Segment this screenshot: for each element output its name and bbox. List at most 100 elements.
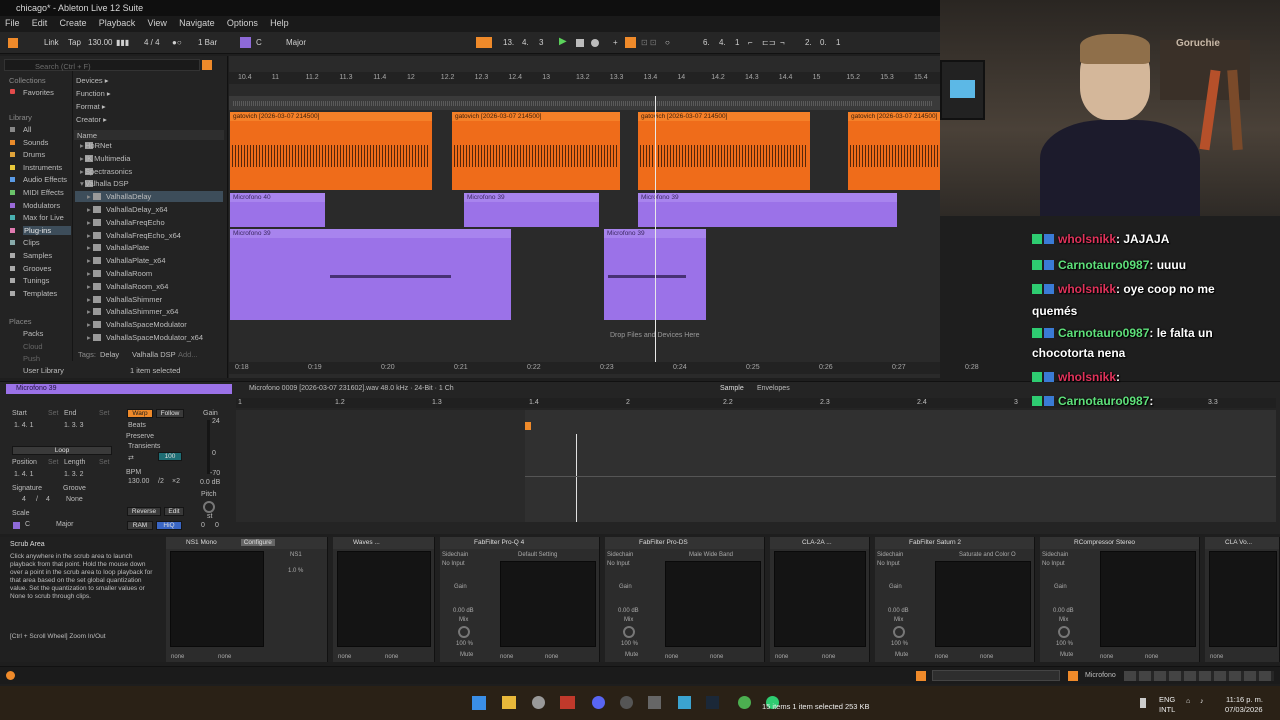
- filter-devices[interactable]: Devices ▸: [76, 76, 109, 85]
- follow-button[interactable]: Follow: [156, 409, 184, 418]
- status-buttons[interactable]: [1124, 671, 1274, 681]
- library-item-samples[interactable]: Samples: [23, 251, 52, 260]
- expand-chevron-icon[interactable]: ▸: [80, 141, 84, 150]
- file-row[interactable]: ▸ ValhallaSpaceModulator_x64: [75, 332, 223, 343]
- scale-select[interactable]: Major: [286, 38, 306, 47]
- volume-icon[interactable]: ♪: [1200, 698, 1204, 705]
- key-select[interactable]: C: [256, 38, 262, 47]
- gain-value[interactable]: 0.00 dB: [618, 608, 639, 614]
- expand-chevron-icon[interactable]: ▸: [87, 256, 91, 265]
- arrangement-position-icon[interactable]: [476, 37, 492, 48]
- library-item-templates[interactable]: Templates: [23, 289, 57, 298]
- pitch-knob[interactable]: [203, 501, 215, 513]
- library-item-tunings[interactable]: Tunings: [23, 276, 49, 285]
- clock-time[interactable]: 11:16 p. m.: [1226, 695, 1263, 704]
- library-item-max-for-live[interactable]: Max for Live: [23, 213, 64, 222]
- clip-gatovich-4[interactable]: gatovich [2026-03-07 214500]: [848, 112, 940, 190]
- sidechain-input-select[interactable]: No Input: [1042, 561, 1065, 567]
- configure-button[interactable]: Configure: [240, 539, 275, 546]
- scale-mode-icon[interactable]: [240, 37, 251, 48]
- gain-slider[interactable]: [207, 420, 210, 474]
- position-beat[interactable]: 4.: [522, 38, 529, 47]
- expand-chevron-icon[interactable]: ▸: [87, 243, 91, 252]
- hiq-button[interactable]: HiQ: [156, 521, 182, 530]
- macro-none-1[interactable]: none: [665, 654, 678, 660]
- library-item-clips[interactable]: Clips: [23, 238, 40, 247]
- library-item-all[interactable]: All: [23, 125, 31, 134]
- mix-value[interactable]: 100 %: [621, 641, 638, 647]
- signature-denominator[interactable]: 4: [46, 496, 50, 503]
- device-cla2a[interactable]: CLA-2A ... none none: [770, 537, 870, 662]
- position-sixteenth[interactable]: 3: [539, 38, 543, 47]
- position-bar[interactable]: 13.: [503, 38, 514, 47]
- overdub-icon[interactable]: +: [613, 38, 618, 47]
- expand-chevron-icon[interactable]: ▸: [87, 205, 91, 214]
- library-item-modulators[interactable]: Modulators: [23, 201, 60, 210]
- windows-start-icon[interactable]: [472, 696, 486, 710]
- file-row[interactable]: ▸ IK Multimedia: [75, 153, 223, 164]
- chrome-icon[interactable]: [738, 696, 751, 709]
- tap-button[interactable]: Tap: [68, 38, 81, 47]
- device-ns1[interactable]: NS1 Mono Configure NS1 1.0 % none none: [166, 537, 328, 662]
- expand-chevron-icon[interactable]: ▸: [87, 295, 91, 304]
- menu-help[interactable]: Help: [270, 18, 289, 28]
- start-marker-icon[interactable]: [525, 422, 531, 430]
- end-value[interactable]: 1. 3. 3: [64, 422, 83, 429]
- loop-start-sixteenth[interactable]: 1: [735, 38, 739, 47]
- video-app-icon[interactable]: [560, 696, 575, 709]
- ram-button[interactable]: RAM: [127, 521, 153, 530]
- gain-db-value[interactable]: 0.0 dB: [200, 479, 220, 486]
- mute-label[interactable]: Mute: [625, 652, 638, 658]
- half-tempo-button[interactable]: /2: [158, 478, 164, 485]
- loop-mode-select[interactable]: ⇄: [128, 454, 134, 462]
- expand-chevron-icon[interactable]: ▸: [80, 154, 84, 163]
- macro-none-1[interactable]: none: [1210, 654, 1223, 660]
- library-item-sounds[interactable]: Sounds: [23, 138, 48, 147]
- tag-add[interactable]: Add...: [178, 350, 198, 359]
- collection-favorites[interactable]: Favorites: [23, 88, 54, 97]
- library-item-audio-effects[interactable]: Audio Effects: [23, 175, 67, 184]
- sidechain-input-select[interactable]: No Input: [442, 561, 465, 567]
- clip-scale-name[interactable]: Major: [56, 521, 74, 528]
- place-push[interactable]: Push: [23, 354, 40, 363]
- macro-none-2[interactable]: none: [980, 654, 993, 660]
- macro-none-2[interactable]: none: [385, 654, 398, 660]
- sample-editor[interactable]: [236, 410, 1276, 522]
- file-row[interactable]: ▸ ValhallaSpaceModulator: [75, 319, 223, 330]
- macro-none-1[interactable]: none: [1100, 654, 1113, 660]
- file-row[interactable]: ▸ ValhallaDelay_x64: [75, 204, 223, 215]
- place-packs[interactable]: Packs: [23, 329, 43, 338]
- mix-knob[interactable]: [458, 626, 470, 638]
- mix-knob[interactable]: [1058, 626, 1070, 638]
- file-row[interactable]: ▸ ValhallaShimmer_x64: [75, 306, 223, 317]
- menu-playback[interactable]: Playback: [99, 18, 136, 28]
- tempo-field[interactable]: 130.00: [88, 38, 112, 47]
- end-set-button[interactable]: Set: [99, 410, 110, 417]
- preserve-select[interactable]: Transients: [128, 443, 160, 450]
- file-row[interactable]: ▸ Spectrasonics: [75, 166, 223, 177]
- macro-none-1[interactable]: none: [775, 654, 788, 660]
- expand-chevron-icon[interactable]: ▾: [80, 179, 84, 188]
- preset-select[interactable]: Male Wide Band: [689, 552, 733, 558]
- sidechain-input-select[interactable]: No Input: [607, 561, 630, 567]
- name-column-header[interactable]: Name: [74, 130, 224, 140]
- file-row[interactable]: ▸ ValhallaFreqEcho: [75, 217, 223, 228]
- bpm-value[interactable]: 130.00: [128, 478, 149, 485]
- pitch-semitone-value[interactable]: 0: [201, 522, 205, 529]
- menu-view[interactable]: View: [148, 18, 167, 28]
- expand-chevron-icon[interactable]: ▸: [87, 218, 91, 227]
- loop-start-bar[interactable]: 6.: [703, 38, 710, 47]
- menu-options[interactable]: Options: [227, 18, 258, 28]
- warp-button[interactable]: Warp: [127, 409, 153, 418]
- browser-toggle-icon[interactable]: [8, 38, 18, 48]
- start-set-button[interactable]: Set: [48, 410, 59, 417]
- preset-select[interactable]: Default Setting: [518, 552, 557, 558]
- mix-value[interactable]: 100 %: [456, 641, 473, 647]
- double-tempo-button[interactable]: ×2: [172, 478, 180, 485]
- info-toggle-icon[interactable]: [6, 671, 15, 680]
- language-label[interactable]: ENG: [1159, 695, 1175, 704]
- loop-length-sixteenth[interactable]: 1: [836, 38, 840, 47]
- ns1-value[interactable]: 1.0 %: [288, 568, 303, 574]
- app-icon-2[interactable]: [678, 696, 691, 709]
- gain-value[interactable]: 0.00 dB: [453, 608, 474, 614]
